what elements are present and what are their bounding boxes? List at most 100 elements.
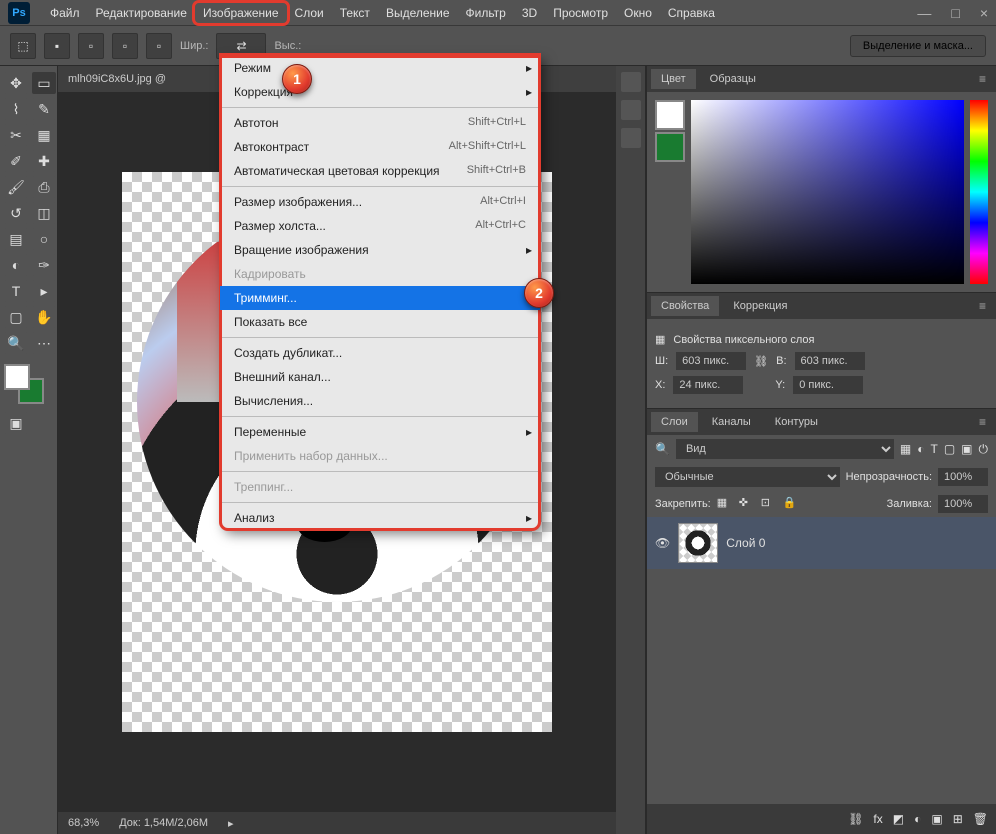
menu-справка[interactable]: Справка <box>660 3 723 23</box>
menu-изображение[interactable]: Изображение <box>195 3 287 23</box>
layer-row[interactable]: 👁 Слой 0 <box>647 517 996 569</box>
height-input[interactable] <box>795 352 865 370</box>
marquee-tool[interactable]: ▭ <box>32 72 56 94</box>
opacity-input[interactable] <box>938 468 988 486</box>
menu-3d[interactable]: 3D <box>514 3 545 23</box>
dodge-tool[interactable]: ◐ <box>4 254 28 276</box>
visibility-icon[interactable]: 👁 <box>655 536 670 550</box>
lock-pixels-icon[interactable]: ▦ <box>717 496 733 512</box>
menu-item-вычисления-[interactable]: Вычисления... <box>220 389 540 413</box>
menu-item-автоконтраст[interactable]: АвтоконтрастAlt+Shift+Ctrl+L <box>220 135 540 159</box>
add-selection-icon[interactable]: ▫ <box>78 33 104 59</box>
clone-stamp-tool[interactable]: ⎙ <box>32 176 56 198</box>
pen-tool[interactable]: ✑ <box>32 254 56 276</box>
tab-properties[interactable]: Свойства <box>651 296 719 316</box>
hand-tool[interactable]: ✋ <box>32 306 56 328</box>
quickmask-icon[interactable]: ▣ <box>4 412 28 434</box>
delete-layer-icon[interactable]: 🗑 <box>973 812 988 826</box>
zoom-tool[interactable]: 🔍 <box>4 332 28 354</box>
history-icon[interactable] <box>621 72 641 92</box>
subtract-selection-icon[interactable]: ▫ <box>112 33 138 59</box>
menu-item-тримминг-[interactable]: Тримминг... <box>220 286 540 310</box>
color-swatches[interactable] <box>4 364 44 404</box>
edit-toolbar[interactable]: ⋯ <box>32 332 56 354</box>
menu-item-размер-изображения-[interactable]: Размер изображения...Alt+Ctrl+I <box>220 190 540 214</box>
menu-item-анализ[interactable]: Анализ <box>220 506 540 530</box>
menu-просмотр[interactable]: Просмотр <box>545 3 616 23</box>
quick-select-tool[interactable]: ✎ <box>32 98 56 120</box>
menu-item-переменные[interactable]: Переменные <box>220 420 540 444</box>
maximize-button[interactable]: □ <box>951 5 959 21</box>
tab-layers[interactable]: Слои <box>651 412 698 432</box>
menu-редактирование[interactable]: Редактирование <box>88 3 195 23</box>
blur-tool[interactable]: ○ <box>32 228 56 250</box>
lock-artboard-icon[interactable]: ⊡ <box>761 496 777 512</box>
shape-tool[interactable]: ▢ <box>4 306 28 328</box>
new-selection-icon[interactable]: ▪ <box>44 33 70 59</box>
frame-tool[interactable]: ▦ <box>32 124 56 146</box>
menu-item-внешний-канал-[interactable]: Внешний канал... <box>220 365 540 389</box>
width-input[interactable] <box>676 352 746 370</box>
intersect-selection-icon[interactable]: ▫ <box>146 33 172 59</box>
blend-mode-select[interactable]: Обычные <box>655 467 840 487</box>
menu-слои[interactable]: Слои <box>287 3 332 23</box>
type-tool[interactable]: T <box>4 280 28 302</box>
layer-mask-icon[interactable]: ◩ <box>893 812 904 826</box>
tab-paths[interactable]: Контуры <box>765 412 828 432</box>
layer-style-icon[interactable]: fx <box>873 812 882 826</box>
hue-slider[interactable] <box>970 100 988 284</box>
menu-item-режим[interactable]: Режим <box>220 56 540 80</box>
menu-файл[interactable]: Файл <box>42 3 88 23</box>
fill-input[interactable] <box>938 495 988 513</box>
filter-smart-icon[interactable]: ▣ <box>961 442 972 456</box>
select-and-mask-button[interactable]: Выделение и маска... <box>850 35 986 57</box>
menu-выделение[interactable]: Выделение <box>378 3 458 23</box>
filter-toggle-icon[interactable]: ⏻ <box>979 442 989 457</box>
info-icon[interactable] <box>621 128 641 148</box>
marquee-tool-icon[interactable]: ⬚ <box>10 33 36 59</box>
panel-fg-color[interactable] <box>655 100 685 130</box>
panel-menu-icon[interactable]: ≡ <box>973 72 992 86</box>
filter-icon[interactable]: 🔍 <box>655 442 670 456</box>
menu-item-создать-дубликат-[interactable]: Создать дубликат... <box>220 341 540 365</box>
kind-filter-select[interactable]: Вид <box>676 439 894 459</box>
tab-channels[interactable]: Каналы <box>702 412 761 432</box>
properties-icon[interactable] <box>621 100 641 120</box>
link-icon[interactable]: ⛓ <box>754 355 768 368</box>
crop-tool[interactable]: ✂ <box>4 124 28 146</box>
path-select-tool[interactable]: ▸ <box>32 280 56 302</box>
layer-name[interactable]: Слой 0 <box>726 536 765 550</box>
brush-tool[interactable]: 🖌 <box>4 176 28 198</box>
menu-item-вращение-изображения[interactable]: Вращение изображения <box>220 238 540 262</box>
zoom-level[interactable]: 68,3% <box>68 817 99 829</box>
panel-menu-icon[interactable]: ≡ <box>973 415 992 429</box>
menu-item-размер-холста-[interactable]: Размер холста...Alt+Ctrl+C <box>220 214 540 238</box>
new-layer-icon[interactable]: ⊞ <box>953 812 963 826</box>
layer-thumbnail[interactable] <box>678 523 718 563</box>
tab-color[interactable]: Цвет <box>651 69 696 89</box>
filter-type-icon[interactable]: T <box>930 442 937 456</box>
menu-item-автотон[interactable]: АвтотонShift+Ctrl+L <box>220 111 540 135</box>
close-button[interactable]: × <box>980 5 988 21</box>
tab-adjustments[interactable]: Коррекция <box>723 296 797 316</box>
gradient-tool[interactable]: ▤ <box>4 228 28 250</box>
tab-swatches[interactable]: Образцы <box>700 69 766 89</box>
status-chevron-icon[interactable]: ▸ <box>228 817 234 830</box>
link-layers-icon[interactable]: ⛓ <box>848 812 863 826</box>
menu-item-автоматическая-цветовая-коррекция[interactable]: Автоматическая цветовая коррекцияShift+C… <box>220 159 540 183</box>
menu-item-коррекция[interactable]: Коррекция <box>220 80 540 104</box>
adjustment-layer-icon[interactable]: ◐ <box>914 812 921 826</box>
x-input[interactable] <box>673 376 743 394</box>
healing-brush-tool[interactable]: ✚ <box>32 150 56 172</box>
menu-окно[interactable]: Окно <box>616 3 660 23</box>
y-input[interactable] <box>793 376 863 394</box>
group-icon[interactable]: ▣ <box>931 812 942 826</box>
filter-adjust-icon[interactable]: ◐ <box>917 442 924 456</box>
menu-item-показать-все[interactable]: Показать все <box>220 310 540 334</box>
minimize-button[interactable]: — <box>917 5 931 21</box>
menu-фильтр[interactable]: Фильтр <box>458 3 514 23</box>
lock-position-icon[interactable]: ✜ <box>739 496 755 512</box>
filter-pixel-icon[interactable]: ▦ <box>900 442 911 456</box>
lock-all-icon[interactable]: 🔒 <box>783 496 799 512</box>
menu-текст[interactable]: Текст <box>332 3 378 23</box>
